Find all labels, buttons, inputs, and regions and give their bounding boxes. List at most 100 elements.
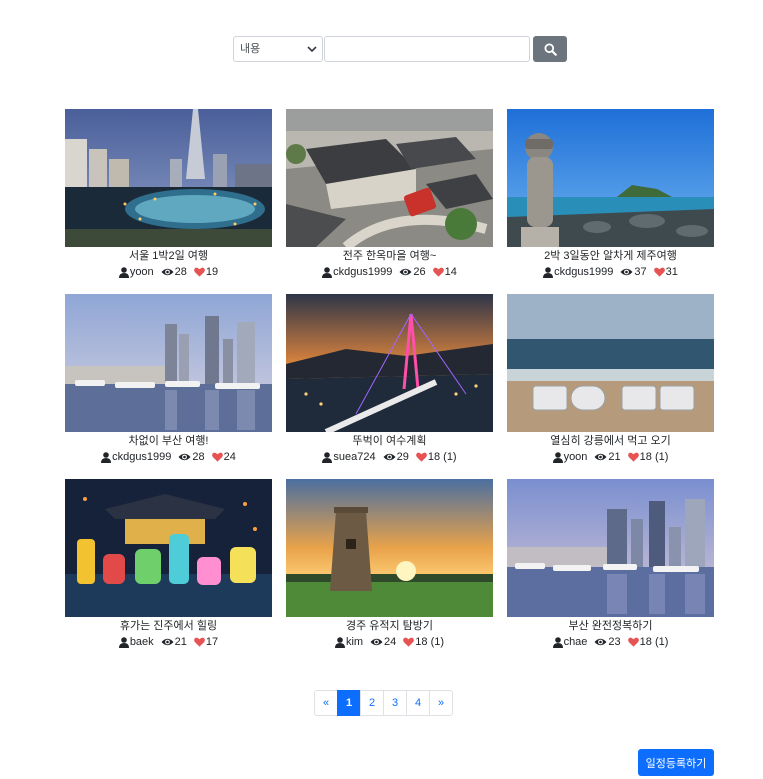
post-card[interactable]: 부산 완전정복하기 chae 23 18 (1) xyxy=(507,479,714,649)
post-views: 28 xyxy=(161,265,187,279)
eye-icon xyxy=(594,638,607,646)
post-author: yoon xyxy=(118,265,154,279)
post-like-count: 24 xyxy=(223,451,236,463)
post-author: kim xyxy=(334,635,364,649)
post-views: 29 xyxy=(383,450,409,464)
post-like-count: 18 (1) xyxy=(639,451,669,463)
heart-icon xyxy=(415,452,427,462)
search-type-select[interactable]: 내용 xyxy=(233,36,323,62)
post-card[interactable]: 차없이 부산 여행! ckdgus1999 28 24 xyxy=(65,294,272,464)
post-author-name: chae xyxy=(563,636,588,648)
post-card[interactable]: 휴가는 진주에서 힐링 baek 21 17 xyxy=(65,479,272,649)
post-meta: chae 23 18 (1) xyxy=(507,635,714,649)
eye-icon xyxy=(399,268,412,276)
post-meta: ckdgus1999 28 24 xyxy=(65,450,272,464)
post-meta: ckdgus1999 26 14 xyxy=(286,265,493,279)
post-views: 23 xyxy=(594,635,621,649)
page-2[interactable]: 2 xyxy=(360,690,384,716)
pagination: « 1 2 3 4 » xyxy=(314,690,453,716)
heart-icon xyxy=(653,267,665,277)
post-title[interactable]: 경주 유적지 탐방기 xyxy=(286,619,493,633)
search-input[interactable] xyxy=(324,36,530,62)
post-thumbnail[interactable] xyxy=(65,294,272,432)
post-author: ckdgus1999 xyxy=(322,265,392,279)
post-title[interactable]: 휴가는 진주에서 힐링 xyxy=(65,619,272,633)
post-like-count: 18 (1) xyxy=(639,636,669,648)
post-author-name: kim xyxy=(345,636,364,648)
post-card[interactable]: 열심히 강릉에서 먹고 오기 yoon 21 18 (1) xyxy=(507,294,714,464)
eye-icon xyxy=(620,268,633,276)
person-icon xyxy=(322,451,333,463)
post-view-count: 26 xyxy=(413,266,426,278)
post-author: chae xyxy=(552,635,588,649)
heart-icon xyxy=(432,267,444,277)
post-like-count: 31 xyxy=(665,266,678,278)
post-thumbnail[interactable] xyxy=(65,479,272,617)
person-icon xyxy=(101,451,112,463)
post-author: suea724 xyxy=(322,450,376,464)
post-thumbnail[interactable] xyxy=(286,479,493,617)
search-button[interactable] xyxy=(533,36,567,62)
page-prev[interactable]: « xyxy=(314,690,338,716)
register-schedule-button[interactable]: 일정등록하기 xyxy=(638,749,714,776)
post-view-count: 21 xyxy=(608,451,621,463)
post-card[interactable]: 경주 유적지 탐방기 kim 24 18 (1) xyxy=(286,479,493,649)
eye-icon xyxy=(370,638,383,646)
person-icon xyxy=(552,636,563,648)
post-meta: suea724 29 18 (1) xyxy=(286,450,493,464)
eye-icon xyxy=(594,453,607,461)
post-view-count: 28 xyxy=(174,266,187,278)
post-card[interactable]: 전주 한옥마을 여행~ ckdgus1999 26 14 xyxy=(286,109,493,279)
post-thumbnail[interactable] xyxy=(65,109,272,247)
post-thumbnail[interactable] xyxy=(507,109,714,247)
heart-icon xyxy=(403,637,415,647)
post-card[interactable]: 2박 3일동안 알차게 제주여행 ckdgus1999 37 31 xyxy=(507,109,714,279)
post-title[interactable]: 차없이 부산 여행! xyxy=(65,434,272,448)
post-view-count: 24 xyxy=(384,636,397,648)
post-views: 28 xyxy=(178,450,205,464)
eye-icon xyxy=(161,638,174,646)
post-card[interactable]: 서울 1박2일 여행 yoon 28 19 xyxy=(65,109,272,279)
post-author-name: yoon xyxy=(129,266,154,278)
post-title[interactable]: 전주 한옥마을 여행~ xyxy=(286,249,493,263)
post-views: 21 xyxy=(161,635,187,649)
post-title[interactable]: 뚜벅이 여수계획 xyxy=(286,434,493,448)
post-meta: yoon 28 19 xyxy=(65,265,272,279)
post-author-name: ckdgus1999 xyxy=(112,451,172,463)
page-3[interactable]: 3 xyxy=(383,690,407,716)
heart-icon xyxy=(194,267,205,277)
search-type-select-wrap: 내용 xyxy=(233,36,323,62)
post-like-count: 17 xyxy=(205,636,219,648)
search-bar: 내용 xyxy=(233,36,567,62)
post-thumbnail[interactable] xyxy=(507,479,714,617)
post-view-count: 28 xyxy=(192,451,205,463)
post-title[interactable]: 서울 1박2일 여행 xyxy=(65,249,272,263)
eye-icon xyxy=(178,453,191,461)
post-likes: 24 xyxy=(211,450,236,464)
post-thumbnail[interactable] xyxy=(286,294,493,432)
post-card[interactable]: 뚜벅이 여수계획 suea724 29 18 (1) xyxy=(286,294,493,464)
post-like-count: 18 (1) xyxy=(427,451,457,463)
post-author-name: ckdgus1999 xyxy=(554,266,614,278)
person-icon xyxy=(118,636,129,648)
post-like-count: 14 xyxy=(444,266,457,278)
page-1[interactable]: 1 xyxy=(337,690,361,716)
post-author-name: baek xyxy=(129,636,154,648)
eye-icon xyxy=(383,453,396,461)
heart-icon xyxy=(627,452,639,462)
page-4[interactable]: 4 xyxy=(406,690,430,716)
post-thumbnail[interactable] xyxy=(507,294,714,432)
page-next[interactable]: » xyxy=(429,690,453,716)
person-icon xyxy=(552,451,563,463)
post-title[interactable]: 2박 3일동안 알차게 제주여행 xyxy=(507,249,714,263)
post-views: 24 xyxy=(370,635,396,649)
post-view-count: 29 xyxy=(396,451,409,463)
post-title[interactable]: 부산 완전정복하기 xyxy=(507,619,714,633)
post-likes: 18 (1) xyxy=(403,635,444,649)
post-meta: baek 21 17 xyxy=(65,635,272,649)
post-title[interactable]: 열심히 강릉에서 먹고 오기 xyxy=(507,434,714,448)
post-thumbnail[interactable] xyxy=(286,109,493,247)
post-views: 37 xyxy=(620,265,647,279)
heart-icon xyxy=(627,637,639,647)
post-author: yoon xyxy=(552,450,587,464)
